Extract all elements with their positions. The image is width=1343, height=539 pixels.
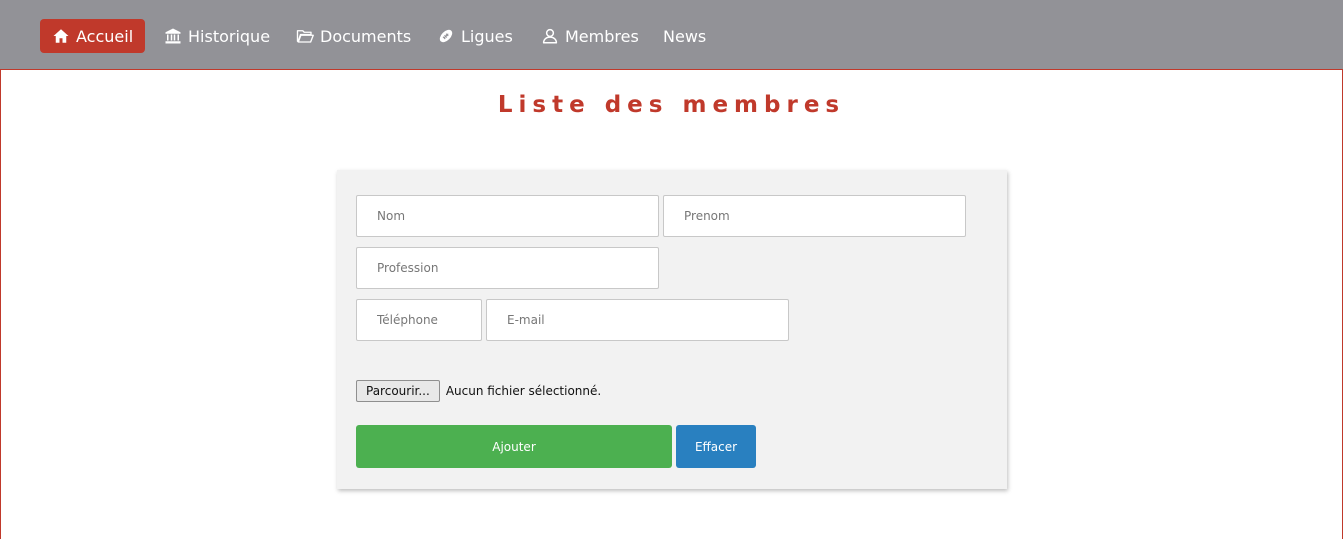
nav-item-label: Documents (320, 26, 412, 46)
top-navbar: Accueil Historique Documents Ligues Memb… (0, 0, 1343, 70)
nav-item-news[interactable]: News (663, 19, 706, 53)
nav-item-label: News (663, 26, 707, 46)
nav-item-label: Historique (188, 26, 271, 46)
nav-item-label: Ligues (461, 26, 513, 46)
nom-input[interactable] (356, 195, 659, 237)
nav-item-label: Accueil (76, 26, 134, 46)
email-input[interactable] (486, 299, 789, 341)
nav-item-label: Membres (565, 26, 639, 46)
institution-icon (164, 27, 182, 45)
telephone-input[interactable] (356, 299, 482, 341)
nav-item-membres[interactable]: Membres (541, 19, 639, 53)
nav-item-documents[interactable]: Documents (296, 19, 411, 53)
nav-item-accueil[interactable]: Accueil (40, 19, 146, 53)
nav-item-historique[interactable]: Historique (164, 19, 270, 53)
profession-input[interactable] (356, 247, 659, 289)
browse-file-button[interactable]: Parcourir... (356, 380, 440, 402)
football-icon (437, 27, 455, 45)
clear-form-button[interactable]: Effacer (676, 425, 756, 468)
user-icon (541, 27, 559, 45)
nav-item-ligues[interactable]: Ligues (437, 19, 513, 53)
add-member-button[interactable]: Ajouter (356, 425, 672, 468)
file-status-text: Aucun fichier sélectionné. (445, 384, 602, 398)
prenom-input[interactable] (663, 195, 966, 237)
file-upload: Parcourir... Aucun fichier sélectionné. (356, 380, 601, 402)
page-title: Liste des membres (497, 92, 846, 118)
home-icon (52, 27, 70, 45)
folder-open-icon (296, 27, 314, 45)
